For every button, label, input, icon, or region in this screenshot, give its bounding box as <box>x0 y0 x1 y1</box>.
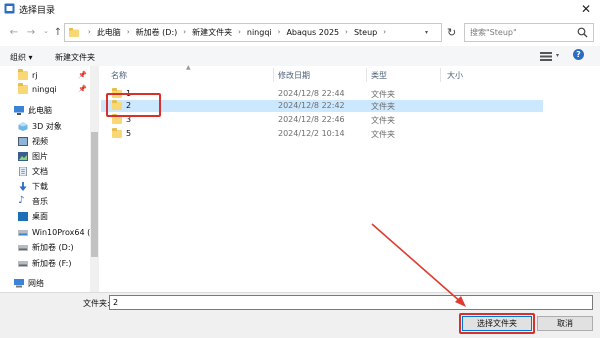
nav-item-ningqi[interactable]: ningqi 📌 <box>16 83 90 96</box>
breadcrumb-item[interactable]: 新建文件夹 <box>192 24 232 41</box>
breadcrumb-item[interactable]: ningqi <box>247 24 272 41</box>
nav-item-rj[interactable]: rj 📌 <box>16 69 90 82</box>
column-header-size[interactable]: 大小 <box>447 70 463 81</box>
nav-item-drive-d[interactable]: 新加卷 (D:) <box>16 241 90 254</box>
close-icon[interactable]: ✕ <box>577 1 595 17</box>
breadcrumb-item[interactable]: Abaqus 2025 <box>286 24 339 41</box>
folder-icon <box>69 28 79 37</box>
pin-icon: 📌 <box>78 71 87 79</box>
folder-icon <box>18 83 28 94</box>
column-header-date[interactable]: 修改日期 <box>278 70 310 81</box>
view-dropdown-icon[interactable]: ▾ <box>556 52 559 59</box>
breadcrumb-separator-icon[interactable]: › <box>127 24 130 41</box>
breadcrumb-separator-icon[interactable]: › <box>383 24 386 41</box>
3d-objects-icon <box>18 122 28 131</box>
breadcrumb-separator-icon[interactable]: › <box>345 24 348 41</box>
nav-item-music[interactable]: ♪ 音乐 <box>16 195 90 208</box>
video-icon <box>18 137 28 146</box>
address-dropdown-icon[interactable]: ▾ <box>425 29 428 36</box>
refresh-icon[interactable]: ↻ <box>447 26 456 39</box>
highlight-box-select-button <box>459 313 535 334</box>
nav-item-downloads[interactable]: 下载 <box>16 180 90 193</box>
download-icon <box>19 182 27 191</box>
column-divider[interactable] <box>366 68 367 82</box>
view-options-icon[interactable] <box>540 51 552 61</box>
desktop-icon <box>18 212 28 221</box>
pictures-icon <box>18 152 28 161</box>
nav-item-drive-c[interactable]: Win10Prox64 (C <box>16 226 96 239</box>
new-folder-button[interactable]: 新建文件夹 <box>55 52 95 63</box>
drive-icon <box>18 230 28 236</box>
folder-icon <box>112 114 122 124</box>
nav-item-this-pc[interactable]: 此电脑 <box>12 104 90 117</box>
breadcrumb-separator-icon[interactable]: › <box>183 24 186 41</box>
nav-item-desktop[interactable]: 桌面 <box>16 210 90 223</box>
help-icon[interactable]: ? <box>573 49 584 60</box>
cancel-button[interactable]: 取消 <box>537 316 593 331</box>
breadcrumb-separator-icon: › <box>88 28 91 36</box>
highlight-box-folder <box>106 93 161 117</box>
breadcrumb-separator-icon[interactable]: › <box>238 24 241 41</box>
nav-item-drive-f[interactable]: 新加卷 (F:) <box>16 257 90 270</box>
breadcrumb-separator-icon[interactable]: › <box>278 24 281 41</box>
folder-icon <box>18 69 28 80</box>
computer-icon <box>14 106 24 115</box>
pin-icon: 📌 <box>78 85 87 93</box>
search-icon[interactable] <box>577 27 588 38</box>
column-header-name[interactable]: 名称 <box>111 70 127 81</box>
folder-field-label: 文件夹: <box>83 299 110 308</box>
forward-arrow-icon[interactable]: → <box>25 27 37 38</box>
breadcrumb: › 此电脑 › 新加卷 (D:) › 新建文件夹 › ningqi › Abaq… <box>69 24 392 41</box>
drive-icon <box>18 261 28 267</box>
file-row[interactable]: 1 2024/12/8 22:44 文件夹 <box>101 88 543 100</box>
window-title: 选择目录 <box>19 6 56 16</box>
breadcrumb-item[interactable]: 此电脑 <box>97 24 121 41</box>
breadcrumb-item[interactable]: 新加卷 (D:) <box>136 24 178 41</box>
nav-item-documents[interactable]: 文档 <box>16 165 90 178</box>
column-divider[interactable] <box>440 68 441 82</box>
file-row[interactable]: 5 2024/12/2 10:14 文件夹 <box>101 128 543 140</box>
music-icon: ♪ <box>18 195 25 206</box>
search-box[interactable] <box>464 23 594 42</box>
nav-item-network[interactable]: 网络 <box>12 277 90 290</box>
documents-icon <box>19 167 27 176</box>
nav-item-pictures[interactable]: 图片 <box>16 150 90 163</box>
search-input[interactable] <box>470 25 575 40</box>
file-row-selected[interactable]: 2 2024/12/8 22:42 文件夹 <box>101 100 543 112</box>
navigation-pane: rj 📌 ningqi 📌 此电脑 3D 对象 视频 图片 文档 下载 ♪ 音乐… <box>0 66 100 292</box>
sort-up-icon: ▲ <box>186 64 191 71</box>
address-bar[interactable]: › 此电脑 › 新加卷 (D:) › 新建文件夹 › ningqi › Abaq… <box>64 23 442 42</box>
title-bar: 选择目录 ✕ <box>0 0 600 18</box>
recent-dropdown-icon[interactable]: ⌄ <box>40 27 52 35</box>
column-divider[interactable] <box>273 68 274 82</box>
network-icon <box>14 279 24 288</box>
drive-icon <box>18 245 28 251</box>
organize-button[interactable]: 组织 ▾ <box>10 52 33 63</box>
nav-item-videos[interactable]: 视频 <box>16 135 90 148</box>
folder-icon <box>112 128 122 138</box>
back-arrow-icon[interactable]: ← <box>8 27 20 38</box>
folder-name-input[interactable] <box>109 295 593 310</box>
file-row[interactable]: 3 2024/12/8 22:46 文件夹 <box>101 114 543 126</box>
nav-scrollbar-thumb[interactable] <box>91 132 98 257</box>
column-header-type[interactable]: 类型 <box>371 70 387 81</box>
up-arrow-icon[interactable]: ↑ <box>52 27 64 38</box>
nav-item-3d-objects[interactable]: 3D 对象 <box>16 120 90 133</box>
breadcrumb-item[interactable]: Steup <box>354 24 377 41</box>
window-app-icon <box>4 3 15 14</box>
